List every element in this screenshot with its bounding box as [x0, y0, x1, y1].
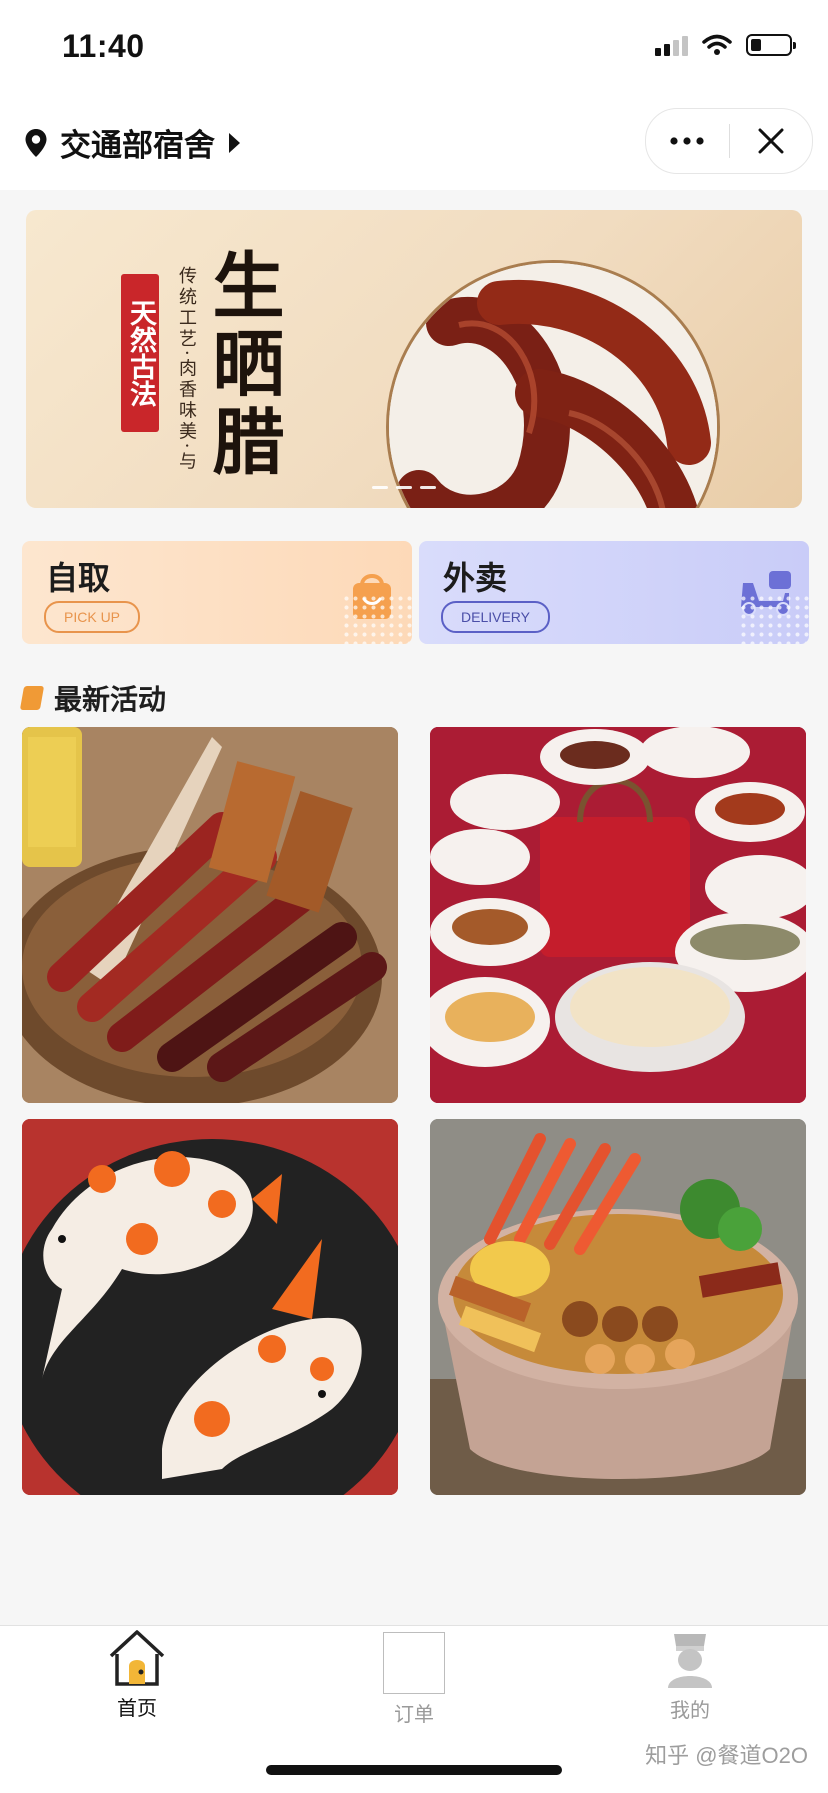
location-pin-icon — [25, 128, 47, 157]
banner-pagination — [372, 486, 436, 489]
tab-orders-label: 订单 — [394, 1704, 434, 1726]
delivery-deco — [739, 594, 809, 644]
pickup-deco — [342, 594, 412, 644]
cured-meat-image — [22, 727, 398, 1103]
more-icon — [670, 137, 704, 145]
tab-orders[interactable]: 订单 — [334, 1628, 494, 1727]
feast-set-image — [430, 727, 806, 1103]
tab-mine-label: 我的 — [670, 1700, 710, 1722]
activity-tile-cured-meat[interactable] — [22, 727, 398, 1103]
banner-subtext: 传统工艺·肉香味美·与 — [176, 266, 197, 473]
status-icons — [655, 34, 796, 56]
pickup-title: 自取 — [46, 560, 111, 596]
banner-food-plate — [386, 260, 720, 508]
status-time: 11:40 — [62, 28, 145, 64]
orders-icon — [383, 1632, 445, 1694]
signal-icon — [655, 34, 688, 56]
mini-program-capsule — [645, 108, 813, 174]
close-icon — [758, 128, 784, 154]
delivery-subtitle: DELIVERY — [441, 601, 550, 633]
banner-title: 生晒腊 — [200, 248, 285, 482]
sausage-image — [389, 263, 717, 508]
caret-right-icon — [229, 132, 240, 153]
more-button[interactable] — [646, 109, 729, 173]
section-title: 最新活动 — [54, 684, 167, 715]
section-accent — [19, 686, 45, 710]
tab-mine[interactable]: 我的 — [610, 1628, 770, 1723]
home-indicator[interactable] — [266, 1765, 562, 1775]
delivery-card[interactable]: 外卖 DELIVERY — [419, 541, 809, 644]
koi-cake-image — [22, 1119, 398, 1495]
location-selector[interactable]: 交通部宿舍 — [24, 120, 241, 165]
wifi-icon — [702, 34, 732, 55]
section-header: 最新活动 — [19, 678, 167, 718]
tab-home-label: 首页 — [117, 1698, 157, 1720]
battery-icon — [746, 34, 796, 56]
activity-tile-pot-feast[interactable] — [430, 1119, 806, 1495]
pickup-card[interactable]: 自取 PICK UP — [22, 541, 412, 644]
pot-feast-image — [430, 1119, 806, 1495]
close-button[interactable] — [730, 109, 813, 173]
pickup-subtitle: PICK UP — [44, 601, 141, 633]
chef-profile-icon — [668, 1634, 712, 1688]
tab-home[interactable]: 首页 — [57, 1628, 217, 1721]
banner-stamp: 天然古法 — [121, 274, 159, 432]
promo-banner[interactable]: 天然古法 传统工艺·肉香味美·与 生晒腊 — [26, 210, 802, 508]
watermark: 知乎 @餐道O2O — [645, 1743, 808, 1768]
home-icon — [109, 1630, 165, 1686]
activity-tile-koi-cake[interactable] — [22, 1119, 398, 1495]
location-label: 交通部宿舍 — [60, 128, 215, 163]
delivery-title: 外卖 — [443, 560, 508, 596]
activity-tile-feast-set[interactable] — [430, 727, 806, 1103]
